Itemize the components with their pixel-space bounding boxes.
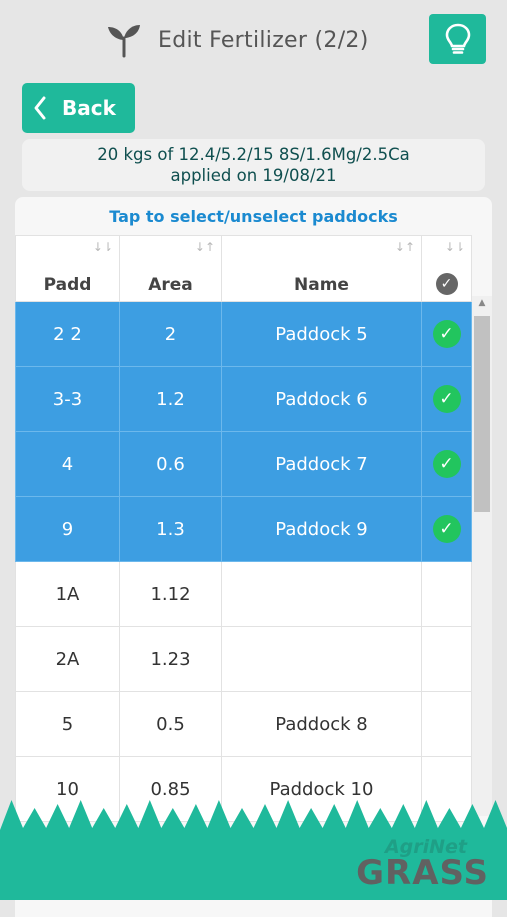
column-padd[interactable]: ↓⇂ Padd [15,235,120,302]
sort-icon: ↓⇂ [444,240,465,254]
table-row[interactable]: 2A 1.23 [15,626,472,692]
cell-padd: 9 [15,496,120,562]
cell-padd: 3-3 [15,366,120,432]
cell-name: Paddock 6 [221,366,422,432]
title-bar: Edit Fertilizer (2/2) [104,18,369,62]
column-padd-label: Padd [43,275,92,295]
scroll-up-arrow-icon[interactable]: ▲ [472,298,492,308]
cell-area: 2 [119,301,222,367]
paddock-table: ↓⇂ Padd ↓↑ Area ↓↑ Name ↓⇂ ✓ 2 2 2 Paddock 5 ✓ 3… [15,235,472,822]
selection-instruction: Tap to select/unselect paddocks [109,206,398,226]
table-row[interactable]: 9 1.3 Paddock 9 ✓ [15,496,472,562]
cell-selected[interactable]: ✓ [421,431,472,497]
cell-padd: 1A [15,561,120,627]
cell-area: 0.5 [119,691,222,757]
cell-selected[interactable]: ✓ [421,496,472,562]
column-area-label: Area [148,275,193,295]
cell-area: 1.12 [119,561,222,627]
page-title: Edit Fertilizer (2/2) [158,27,369,53]
table-row[interactable]: 4 0.6 Paddock 7 ✓ [15,431,472,497]
cell-padd: 5 [15,691,120,757]
scrollbar-thumb[interactable] [474,316,490,512]
cell-name [221,626,422,692]
check-circle-icon: ✓ [432,515,461,543]
cell-selected[interactable]: ✓ [421,301,472,367]
cell-selected[interactable]: ✓ [421,366,472,432]
agrinet-grass-logo: AgriNet GRASS [356,836,489,893]
column-name-label: Name [294,275,349,295]
back-label: Back [62,96,116,120]
check-circle-icon: ✓ [432,385,461,413]
sprout-icon [108,25,140,58]
column-name[interactable]: ↓↑ Name [221,235,422,302]
sort-icon: ↓↑ [194,240,215,254]
cell-area: 0.6 [119,431,222,497]
table-row[interactable]: 5 0.5 Paddock 8 [15,691,472,757]
cell-padd: 2A [15,626,120,692]
cell-name [221,561,422,627]
check-circle-icon: ✓ [435,273,458,295]
back-button[interactable]: Back [22,83,135,133]
table-row[interactable]: 3-3 1.2 Paddock 6 ✓ [15,366,472,432]
check-circle-icon: ✓ [432,450,461,478]
cell-selected[interactable] [421,561,472,627]
cell-selected[interactable] [421,691,472,757]
sort-icon: ↓⇂ [92,240,113,254]
table-row[interactable]: 2 2 2 Paddock 5 ✓ [15,301,472,367]
sort-icon: ↓↑ [394,240,415,254]
cell-area: 1.23 [119,626,222,692]
lightbulb-icon [445,23,470,54]
column-selected[interactable]: ↓⇂ ✓ [421,235,472,302]
header: Edit Fertilizer (2/2) [0,0,507,80]
cell-name: Paddock 9 [221,496,422,562]
cell-area: 1.2 [119,366,222,432]
cell-name: Paddock 7 [221,431,422,497]
column-area[interactable]: ↓↑ Area [119,235,222,302]
summary-line-1: 20 kgs of 12.4/5.2/15 8S/1.6Mg/2.5Ca [97,145,410,164]
chevron-left-icon [34,96,46,120]
tip-button[interactable] [429,14,486,64]
application-summary: 20 kgs of 12.4/5.2/15 8S/1.6Mg/2.5Ca app… [22,139,485,191]
cell-padd: 2 2 [15,301,120,367]
check-circle-icon: ✓ [432,320,461,348]
cell-padd: 4 [15,431,120,497]
table-row[interactable]: 1A 1.12 [15,561,472,627]
table-scrollbar[interactable]: ▲ [472,296,492,816]
cell-selected[interactable] [421,626,472,692]
table-header-row: ↓⇂ Padd ↓↑ Area ↓↑ Name ↓⇂ ✓ [15,235,472,302]
logo-grass: GRASS [356,853,489,893]
cell-name: Paddock 5 [221,301,422,367]
summary-line-2: applied on 19/08/21 [170,166,337,185]
cell-area: 1.3 [119,496,222,562]
cell-name: Paddock 8 [221,691,422,757]
